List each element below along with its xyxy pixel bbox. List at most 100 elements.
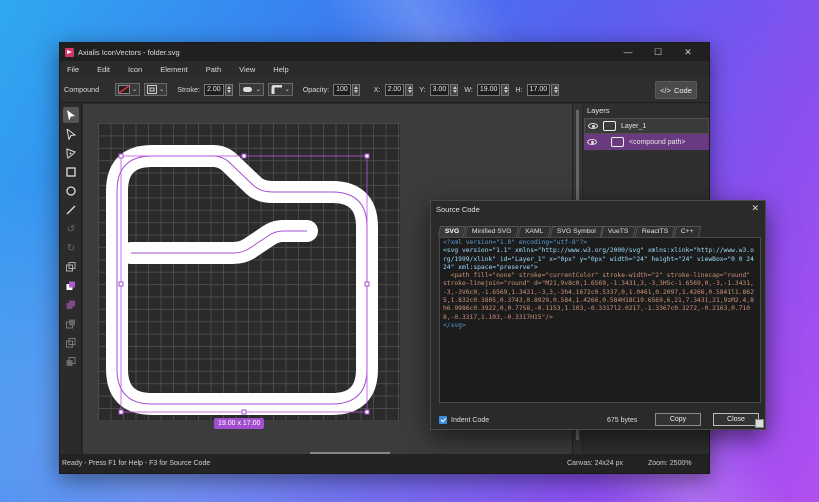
- folder-icon: [603, 121, 616, 131]
- ellipse-tool-icon[interactable]: [63, 183, 79, 199]
- fill-swatch-icon: [147, 85, 158, 94]
- line-cap-icon: [242, 87, 252, 92]
- indent-code-checkbox[interactable]: [439, 416, 447, 424]
- copy-button[interactable]: Copy: [655, 413, 701, 426]
- redo-icon[interactable]: ↻: [63, 240, 79, 256]
- w-input[interactable]: 19.00: [476, 83, 501, 96]
- h-input[interactable]: 17.00: [526, 83, 551, 96]
- tab-label: SVG Symbol: [556, 228, 596, 235]
- code-line-svg-open: <svg version="1.1" xmlns="http://www.w3.…: [443, 247, 758, 271]
- line-tool-icon[interactable]: [63, 202, 79, 218]
- menu-file[interactable]: File: [67, 65, 79, 74]
- close-window-button[interactable]: ✕: [673, 47, 703, 58]
- pen-tool-icon[interactable]: [63, 145, 79, 161]
- resize-handle[interactable]: [241, 409, 247, 415]
- x-stepper[interactable]: [405, 83, 414, 96]
- code-line-path: <path fill="none" stroke="currentColor" …: [443, 272, 754, 321]
- eye-icon[interactable]: [588, 123, 598, 129]
- layers-title: Layers: [587, 106, 610, 115]
- byte-count: 675 bytes: [607, 416, 638, 424]
- exclude-icon[interactable]: [63, 354, 79, 370]
- tab-minified-svg[interactable]: Minified SVG: [465, 226, 520, 237]
- menu-edit[interactable]: Edit: [97, 65, 110, 74]
- menu-icon[interactable]: Icon: [128, 65, 142, 74]
- union-icon[interactable]: [63, 297, 79, 313]
- x-label: X:: [373, 85, 381, 94]
- code-button[interactable]: </> Code: [655, 81, 697, 99]
- tab-label: VueTS: [608, 228, 629, 235]
- x-input[interactable]: 2.00: [384, 83, 405, 96]
- tab-svg-symbol[interactable]: SVG Symbol: [549, 226, 603, 237]
- code-line-svg-close: </svg>: [443, 321, 466, 329]
- fill-picker[interactable]: ⌄: [144, 83, 168, 96]
- stroke-color-picker[interactable]: ⌄: [115, 83, 141, 96]
- app-logo-icon: [65, 47, 74, 57]
- stroke-label: Stroke:: [177, 85, 201, 94]
- resize-handle[interactable]: [364, 153, 370, 159]
- undo-icon[interactable]: ↺: [63, 221, 79, 237]
- layer-row[interactable]: Layer_1: [584, 118, 709, 134]
- opacity-input[interactable]: 100: [333, 83, 351, 96]
- menu-help[interactable]: Help: [273, 65, 288, 74]
- y-input[interactable]: 3.00: [429, 83, 450, 96]
- line-cap-picker[interactable]: ⌄: [238, 83, 264, 96]
- code-line-xml: <?xml version="1.0" encoding="utf-8"?>: [443, 239, 588, 246]
- resize-handle[interactable]: [118, 281, 124, 287]
- resize-handle[interactable]: [364, 409, 370, 415]
- stroke-width-stepper[interactable]: [224, 83, 233, 96]
- source-code-dialog: Source Code ✕ SVG Minified SVG XAML SVG …: [430, 200, 766, 430]
- window-controls: — ☐ ✕: [613, 43, 703, 61]
- menu-element[interactable]: Element: [160, 65, 188, 74]
- resize-handle[interactable]: [241, 153, 247, 159]
- layer-label: Layer_1: [621, 122, 647, 130]
- resize-grip[interactable]: [755, 419, 764, 428]
- compound-icon[interactable]: [63, 278, 79, 294]
- size-badge: 19.00 x 17.00: [214, 418, 265, 429]
- tab-xaml[interactable]: XAML: [517, 226, 551, 237]
- chevron-down-icon: ⌄: [255, 87, 261, 93]
- window-title: Axialis IconVectors - folder.svg: [78, 47, 180, 57]
- resize-handle[interactable]: [118, 409, 124, 415]
- opacity-stepper[interactable]: [351, 83, 360, 96]
- size-badge-text: 19.00 x 17.00: [218, 420, 261, 427]
- direct-select-tool-icon[interactable]: [63, 126, 79, 142]
- tab-label: Minified SVG: [472, 228, 512, 235]
- tab-svg[interactable]: SVG: [437, 226, 467, 237]
- dialog-title-bar: Source Code ✕: [431, 201, 765, 217]
- line-join-picker[interactable]: ⌄: [267, 83, 293, 96]
- tab-label: XAML: [524, 228, 544, 235]
- source-code-view[interactable]: <?xml version="1.0" encoding="utf-8"?> <s…: [439, 237, 761, 403]
- subtract-icon[interactable]: [63, 316, 79, 332]
- tab-vuets[interactable]: VueTS: [601, 226, 637, 237]
- w-label: W:: [464, 85, 473, 94]
- mode-label: Compound: [64, 85, 100, 94]
- y-label: Y:: [419, 85, 426, 94]
- dialog-title: Source Code: [436, 204, 480, 214]
- stroke-width-input[interactable]: 2.00: [204, 83, 224, 96]
- rectangle-tool-icon[interactable]: [63, 164, 79, 180]
- properties-toolbar: Compound ⌄ ⌄ Stroke: 2.00 ⌄ ⌄ Opacity: 1…: [60, 77, 709, 103]
- code-tabs: SVG Minified SVG XAML SVG Symbol VueTS R…: [437, 226, 702, 237]
- tab-reactts[interactable]: ReactTS: [634, 226, 676, 237]
- tab-label: SVG: [444, 228, 460, 235]
- code-button-label: Code: [673, 85, 692, 95]
- minimize-button[interactable]: —: [613, 47, 643, 57]
- eye-icon[interactable]: [587, 139, 597, 145]
- resize-handle[interactable]: [364, 281, 370, 287]
- h-stepper[interactable]: [551, 83, 560, 96]
- close-button[interactable]: Close: [713, 413, 759, 426]
- menu-view[interactable]: View: [239, 65, 255, 74]
- menu-path[interactable]: Path: [206, 65, 221, 74]
- intersect-icon[interactable]: [63, 335, 79, 351]
- folder-icon: [611, 137, 624, 147]
- maximize-button[interactable]: ☐: [643, 47, 673, 58]
- dialog-close-icon[interactable]: ✕: [751, 203, 759, 214]
- w-stepper[interactable]: [501, 83, 510, 96]
- y-stepper[interactable]: [450, 83, 459, 96]
- combine-icon[interactable]: [63, 259, 79, 275]
- layer-row-selected[interactable]: <compound path>: [584, 134, 709, 150]
- tab-cpp[interactable]: C++: [674, 226, 702, 237]
- resize-handle[interactable]: [118, 153, 124, 159]
- select-tool-icon[interactable]: [63, 107, 79, 123]
- status-help-text: Ready - Press F1 for Help - F3 for Sourc…: [62, 460, 211, 467]
